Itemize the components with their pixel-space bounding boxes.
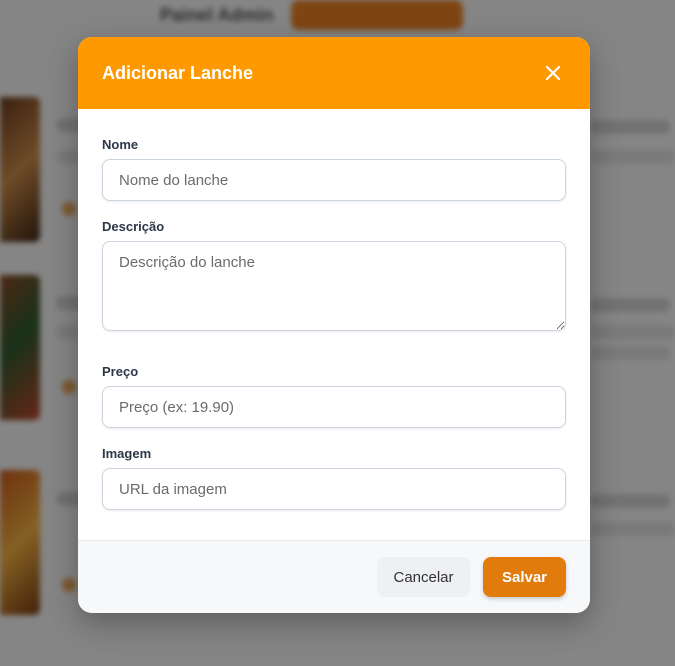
description-field-group: Descrição [102,219,566,336]
price-field-group: Preço [102,364,566,428]
modal-footer: Cancelar Salvar [78,540,590,613]
description-textarea[interactable] [102,241,566,331]
price-label: Preço [102,364,139,379]
close-button[interactable] [540,60,566,86]
cancel-button[interactable]: Cancelar [377,557,470,597]
close-icon [545,65,561,81]
image-field-group: Imagem [102,446,566,510]
modal-title: Adicionar Lanche [102,62,254,83]
add-snack-modal: Adicionar Lanche Nome Descrição Preço Im… [78,37,590,613]
name-label: Nome [102,137,139,152]
price-input[interactable] [102,386,566,428]
image-label: Imagem [102,446,152,461]
name-input[interactable] [102,159,566,201]
save-button[interactable]: Salvar [483,557,566,597]
image-url-input[interactable] [102,468,566,510]
modal-body: Nome Descrição Preço Imagem [78,109,590,510]
description-label: Descrição [102,219,165,234]
name-field-group: Nome [102,137,566,201]
modal-header: Adicionar Lanche [78,37,590,109]
